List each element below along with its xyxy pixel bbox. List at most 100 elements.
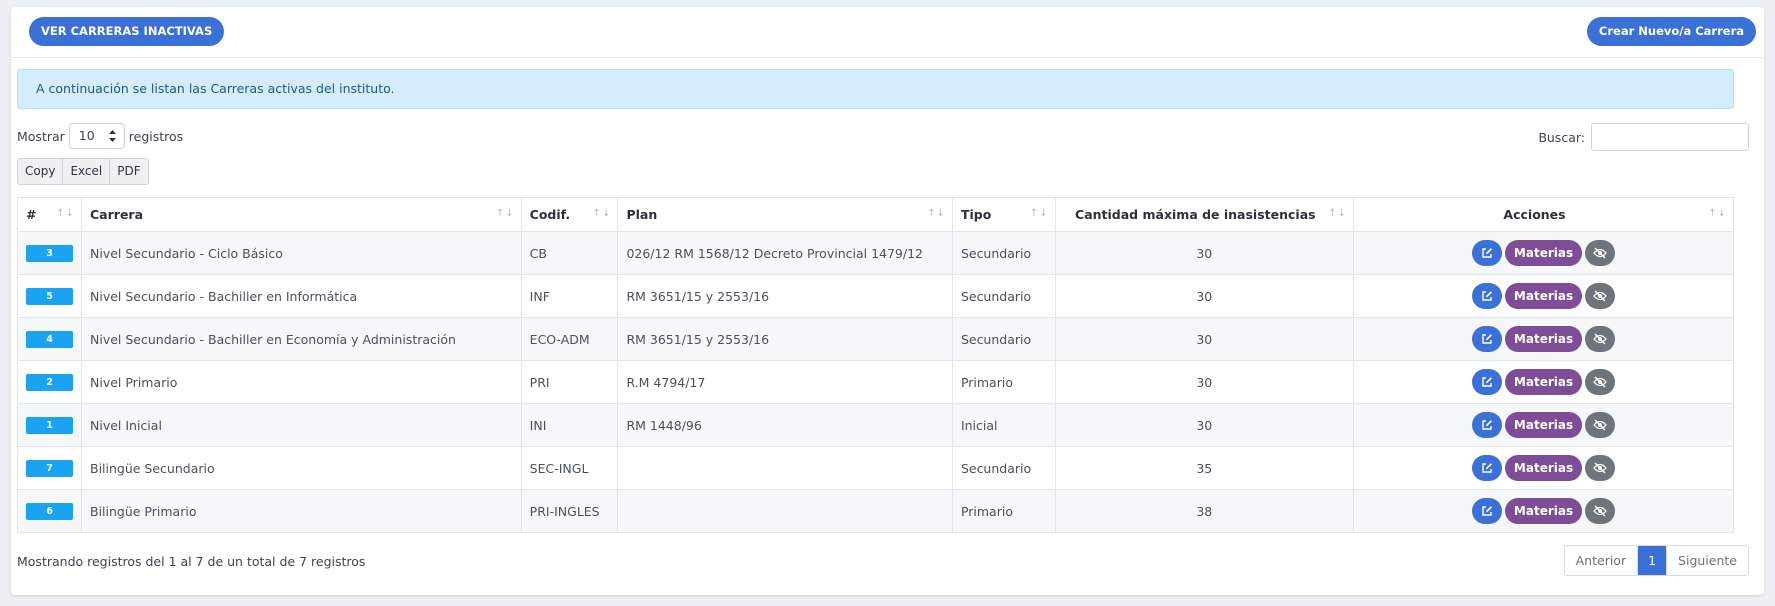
search-input[interactable] bbox=[1591, 123, 1749, 151]
export-button-group: Copy Excel PDF bbox=[17, 158, 149, 185]
id-badge: 3 bbox=[26, 245, 73, 262]
table-row: 4 Nivel Secundario - Bachiller en Economí… bbox=[17, 317, 1734, 361]
page-length-select[interactable]: 10 bbox=[68, 123, 125, 149]
deactivate-button[interactable] bbox=[1585, 412, 1616, 438]
sort-icon: ↑↓ bbox=[927, 208, 946, 219]
cell-plan: RM 3651/15 y 2553/16 bbox=[617, 317, 953, 361]
materias-button[interactable]: Materias bbox=[1504, 283, 1583, 309]
cell-carrera: Nivel Inicial bbox=[81, 403, 522, 447]
id-badge: 7 bbox=[26, 460, 73, 477]
column-header-num[interactable]: # ↑↓ bbox=[17, 197, 82, 232]
cell-plan: RM 1448/96 bbox=[617, 403, 953, 447]
column-header-carrera[interactable]: Carrera ↑↓ bbox=[81, 197, 522, 232]
excel-button[interactable]: Excel bbox=[63, 159, 111, 184]
edit-button[interactable] bbox=[1471, 369, 1502, 395]
careers-table: # ↑↓ Carrera ↑↓ Codif. ↑↓ Plan ↑↓ Tipo ↑↓ Can… bbox=[17, 197, 1734, 533]
table-info-text: Mostrando registros del 1 al 7 de un tot… bbox=[17, 554, 366, 569]
edit-button[interactable] bbox=[1471, 240, 1502, 266]
cell-tipo: Secundario bbox=[951, 317, 1056, 361]
cell-plan: RM 3651/15 y 2553/16 bbox=[617, 274, 953, 318]
table-body: 3 Nivel Secundario - Ciclo Básico CB 026/12… bbox=[17, 231, 1734, 533]
row-actions: Materias bbox=[1362, 498, 1725, 524]
cell-acciones: Materias bbox=[1353, 446, 1734, 490]
edit-button[interactable] bbox=[1471, 326, 1502, 352]
cell-cantidad: 30 bbox=[1054, 403, 1355, 447]
edit-icon bbox=[1482, 248, 1492, 258]
deactivate-button[interactable] bbox=[1585, 240, 1616, 266]
pagination: Anterior 1 Siguiente bbox=[1563, 545, 1749, 576]
cell-codif: INF bbox=[520, 274, 619, 318]
sort-icon: ↑↓ bbox=[495, 208, 515, 219]
materias-button[interactable]: Materias bbox=[1504, 326, 1583, 352]
row-actions: Materias bbox=[1362, 283, 1725, 309]
deactivate-button[interactable] bbox=[1585, 369, 1616, 395]
deactivate-button[interactable] bbox=[1585, 455, 1616, 481]
edit-button[interactable] bbox=[1471, 455, 1502, 481]
table-header-row: # ↑↓ Carrera ↑↓ Codif. ↑↓ Plan ↑↓ Tipo ↑↓ Can… bbox=[17, 197, 1734, 232]
card-header: VER CARRERAS INACTIVAS Crear Nuevo/a Car… bbox=[11, 7, 1764, 58]
cell-num: 7 bbox=[17, 446, 82, 490]
sort-icon: ↑↓ bbox=[56, 208, 75, 219]
sort-icon: ↑↓ bbox=[1328, 208, 1348, 219]
sort-icon: ↑↓ bbox=[1708, 208, 1727, 219]
materias-button[interactable]: Materias bbox=[1504, 412, 1583, 438]
eye-slash-icon bbox=[1593, 505, 1607, 517]
materias-button[interactable]: Materias bbox=[1504, 369, 1583, 395]
pdf-button[interactable]: PDF bbox=[110, 159, 148, 184]
edit-button[interactable] bbox=[1471, 498, 1502, 524]
edit-icon bbox=[1482, 377, 1492, 387]
cell-cantidad: 30 bbox=[1054, 274, 1355, 318]
deactivate-button[interactable] bbox=[1585, 498, 1616, 524]
cell-tipo: Inicial bbox=[951, 403, 1056, 447]
id-badge: 1 bbox=[26, 417, 73, 434]
materias-button[interactable]: Materias bbox=[1504, 240, 1583, 266]
copy-button[interactable]: Copy bbox=[18, 159, 64, 184]
cell-cantidad: 30 bbox=[1054, 231, 1355, 275]
row-actions: Materias bbox=[1362, 455, 1725, 481]
length-prefix-label: Mostrar bbox=[17, 128, 65, 144]
column-header-plan[interactable]: Plan ↑↓ bbox=[617, 197, 953, 232]
cell-acciones: Materias bbox=[1353, 274, 1734, 318]
create-career-button[interactable]: Crear Nuevo/a Carrera bbox=[1586, 17, 1756, 46]
cell-acciones: Materias bbox=[1353, 231, 1734, 275]
table-row: 7 Bilingüe Secundario SEC-INGL Secundario 35… bbox=[17, 446, 1734, 490]
cell-num: 3 bbox=[17, 231, 82, 275]
cell-carrera: Bilingüe Secundario bbox=[81, 446, 522, 490]
cell-num: 4 bbox=[17, 317, 82, 361]
view-inactive-careers-button[interactable]: VER CARRERAS INACTIVAS bbox=[29, 17, 225, 46]
cell-tipo: Primario bbox=[951, 489, 1056, 533]
cell-acciones: Materias bbox=[1353, 403, 1734, 447]
prev-page-button[interactable]: Anterior bbox=[1564, 546, 1639, 575]
edit-icon bbox=[1482, 334, 1492, 344]
cell-plan bbox=[617, 489, 953, 533]
cell-num: 1 bbox=[17, 403, 82, 447]
edit-button[interactable] bbox=[1471, 283, 1502, 309]
column-header-tipo[interactable]: Tipo ↑↓ bbox=[951, 197, 1056, 232]
edit-button[interactable] bbox=[1471, 412, 1502, 438]
cell-acciones: Materias bbox=[1353, 360, 1734, 404]
next-page-button[interactable]: Siguiente bbox=[1667, 546, 1748, 575]
materias-button[interactable]: Materias bbox=[1504, 455, 1583, 481]
deactivate-button[interactable] bbox=[1585, 283, 1616, 309]
row-actions: Materias bbox=[1362, 326, 1725, 352]
select-arrows-icon bbox=[108, 130, 116, 142]
column-header-cantidad[interactable]: Cantidad máxima de inasistencias ↑↓ bbox=[1054, 197, 1355, 232]
cell-cantidad: 30 bbox=[1054, 317, 1355, 361]
deactivate-button[interactable] bbox=[1585, 326, 1616, 352]
cell-tipo: Secundario bbox=[951, 446, 1056, 490]
edit-icon bbox=[1482, 463, 1492, 473]
row-actions: Materias bbox=[1362, 412, 1725, 438]
info-alert: A continuación se listan las Carreras ac… bbox=[17, 69, 1734, 109]
materias-button[interactable]: Materias bbox=[1504, 498, 1583, 524]
eye-slash-icon bbox=[1593, 376, 1607, 388]
cell-num: 6 bbox=[17, 489, 82, 533]
column-header-acciones[interactable]: Acciones ↑↓ bbox=[1353, 197, 1734, 232]
cell-acciones: Materias bbox=[1353, 489, 1734, 533]
id-badge: 5 bbox=[26, 288, 73, 305]
column-header-codif[interactable]: Codif. ↑↓ bbox=[520, 197, 619, 232]
cell-codif: CB bbox=[520, 231, 619, 275]
page-length-control: Mostrar 10 registros bbox=[17, 123, 183, 149]
cell-plan: R.M 4794/17 bbox=[617, 360, 953, 404]
cell-cantidad: 38 bbox=[1054, 489, 1355, 533]
page-1-button[interactable]: 1 bbox=[1638, 546, 1668, 575]
